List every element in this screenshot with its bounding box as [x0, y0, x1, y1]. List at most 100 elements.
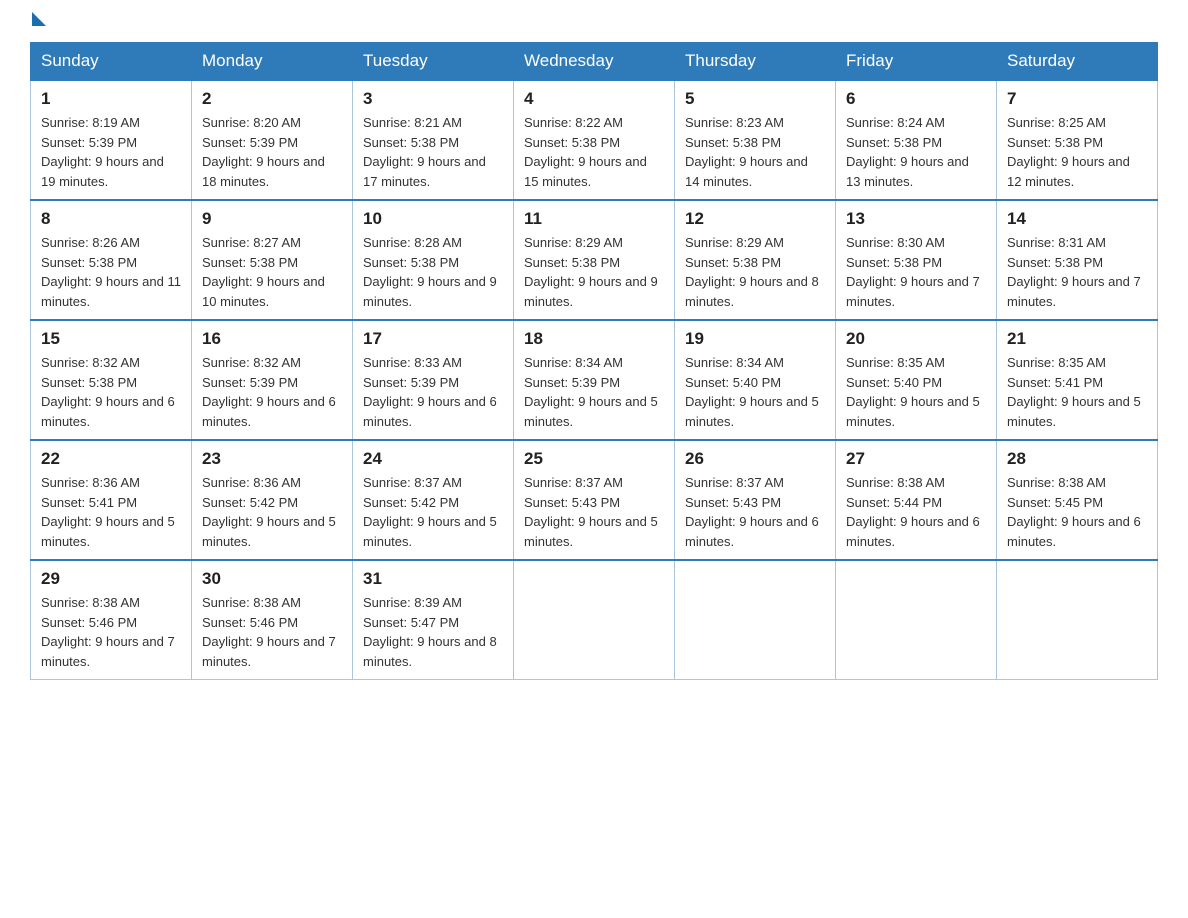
day-number: 11	[524, 209, 664, 229]
day-info: Sunrise: 8:30 AMSunset: 5:38 PMDaylight:…	[846, 235, 980, 309]
weekday-header-wednesday: Wednesday	[514, 43, 675, 81]
calendar-cell: 16 Sunrise: 8:32 AMSunset: 5:39 PMDaylig…	[192, 320, 353, 440]
day-number: 22	[41, 449, 181, 469]
calendar-week-row: 15 Sunrise: 8:32 AMSunset: 5:38 PMDaylig…	[31, 320, 1158, 440]
day-info: Sunrise: 8:27 AMSunset: 5:38 PMDaylight:…	[202, 235, 325, 309]
calendar-week-row: 29 Sunrise: 8:38 AMSunset: 5:46 PMDaylig…	[31, 560, 1158, 680]
calendar-cell: 7 Sunrise: 8:25 AMSunset: 5:38 PMDayligh…	[997, 80, 1158, 200]
calendar-body: 1 Sunrise: 8:19 AMSunset: 5:39 PMDayligh…	[31, 80, 1158, 680]
day-info: Sunrise: 8:36 AMSunset: 5:41 PMDaylight:…	[41, 475, 175, 549]
weekday-header-saturday: Saturday	[997, 43, 1158, 81]
day-info: Sunrise: 8:26 AMSunset: 5:38 PMDaylight:…	[41, 235, 181, 309]
calendar-cell: 5 Sunrise: 8:23 AMSunset: 5:38 PMDayligh…	[675, 80, 836, 200]
day-number: 29	[41, 569, 181, 589]
calendar-cell: 30 Sunrise: 8:38 AMSunset: 5:46 PMDaylig…	[192, 560, 353, 680]
calendar-cell: 20 Sunrise: 8:35 AMSunset: 5:40 PMDaylig…	[836, 320, 997, 440]
day-number: 30	[202, 569, 342, 589]
day-number: 10	[363, 209, 503, 229]
weekday-header-tuesday: Tuesday	[353, 43, 514, 81]
day-info: Sunrise: 8:25 AMSunset: 5:38 PMDaylight:…	[1007, 115, 1130, 189]
day-number: 9	[202, 209, 342, 229]
day-number: 19	[685, 329, 825, 349]
calendar-cell: 24 Sunrise: 8:37 AMSunset: 5:42 PMDaylig…	[353, 440, 514, 560]
day-number: 17	[363, 329, 503, 349]
day-info: Sunrise: 8:24 AMSunset: 5:38 PMDaylight:…	[846, 115, 969, 189]
calendar-cell: 1 Sunrise: 8:19 AMSunset: 5:39 PMDayligh…	[31, 80, 192, 200]
calendar-cell: 19 Sunrise: 8:34 AMSunset: 5:40 PMDaylig…	[675, 320, 836, 440]
day-number: 15	[41, 329, 181, 349]
day-number: 27	[846, 449, 986, 469]
calendar-cell: 27 Sunrise: 8:38 AMSunset: 5:44 PMDaylig…	[836, 440, 997, 560]
day-number: 5	[685, 89, 825, 109]
calendar-cell: 11 Sunrise: 8:29 AMSunset: 5:38 PMDaylig…	[514, 200, 675, 320]
calendar-cell	[675, 560, 836, 680]
day-number: 14	[1007, 209, 1147, 229]
calendar-cell: 14 Sunrise: 8:31 AMSunset: 5:38 PMDaylig…	[997, 200, 1158, 320]
day-info: Sunrise: 8:29 AMSunset: 5:38 PMDaylight:…	[524, 235, 658, 309]
calendar-week-row: 22 Sunrise: 8:36 AMSunset: 5:41 PMDaylig…	[31, 440, 1158, 560]
logo	[30, 20, 46, 22]
day-info: Sunrise: 8:32 AMSunset: 5:39 PMDaylight:…	[202, 355, 336, 429]
calendar-cell: 29 Sunrise: 8:38 AMSunset: 5:46 PMDaylig…	[31, 560, 192, 680]
day-info: Sunrise: 8:34 AMSunset: 5:40 PMDaylight:…	[685, 355, 819, 429]
day-number: 2	[202, 89, 342, 109]
day-info: Sunrise: 8:33 AMSunset: 5:39 PMDaylight:…	[363, 355, 497, 429]
day-info: Sunrise: 8:29 AMSunset: 5:38 PMDaylight:…	[685, 235, 819, 309]
weekday-header-monday: Monday	[192, 43, 353, 81]
day-info: Sunrise: 8:37 AMSunset: 5:42 PMDaylight:…	[363, 475, 497, 549]
weekday-header-thursday: Thursday	[675, 43, 836, 81]
day-info: Sunrise: 8:38 AMSunset: 5:45 PMDaylight:…	[1007, 475, 1141, 549]
calendar-week-row: 1 Sunrise: 8:19 AMSunset: 5:39 PMDayligh…	[31, 80, 1158, 200]
day-number: 6	[846, 89, 986, 109]
day-number: 26	[685, 449, 825, 469]
day-info: Sunrise: 8:35 AMSunset: 5:40 PMDaylight:…	[846, 355, 980, 429]
calendar-cell: 22 Sunrise: 8:36 AMSunset: 5:41 PMDaylig…	[31, 440, 192, 560]
calendar-cell: 28 Sunrise: 8:38 AMSunset: 5:45 PMDaylig…	[997, 440, 1158, 560]
calendar-table: SundayMondayTuesdayWednesdayThursdayFrid…	[30, 42, 1158, 680]
day-number: 16	[202, 329, 342, 349]
day-number: 7	[1007, 89, 1147, 109]
day-info: Sunrise: 8:28 AMSunset: 5:38 PMDaylight:…	[363, 235, 497, 309]
calendar-cell: 15 Sunrise: 8:32 AMSunset: 5:38 PMDaylig…	[31, 320, 192, 440]
calendar-cell	[514, 560, 675, 680]
calendar-cell: 18 Sunrise: 8:34 AMSunset: 5:39 PMDaylig…	[514, 320, 675, 440]
calendar-cell: 10 Sunrise: 8:28 AMSunset: 5:38 PMDaylig…	[353, 200, 514, 320]
day-info: Sunrise: 8:39 AMSunset: 5:47 PMDaylight:…	[363, 595, 497, 669]
calendar-cell: 2 Sunrise: 8:20 AMSunset: 5:39 PMDayligh…	[192, 80, 353, 200]
day-number: 1	[41, 89, 181, 109]
day-number: 12	[685, 209, 825, 229]
calendar-cell: 26 Sunrise: 8:37 AMSunset: 5:43 PMDaylig…	[675, 440, 836, 560]
calendar-cell: 25 Sunrise: 8:37 AMSunset: 5:43 PMDaylig…	[514, 440, 675, 560]
day-info: Sunrise: 8:37 AMSunset: 5:43 PMDaylight:…	[685, 475, 819, 549]
day-number: 23	[202, 449, 342, 469]
page-header	[30, 20, 1158, 24]
calendar-cell: 23 Sunrise: 8:36 AMSunset: 5:42 PMDaylig…	[192, 440, 353, 560]
weekday-header-sunday: Sunday	[31, 43, 192, 81]
day-info: Sunrise: 8:38 AMSunset: 5:46 PMDaylight:…	[202, 595, 336, 669]
day-number: 18	[524, 329, 664, 349]
calendar-cell: 8 Sunrise: 8:26 AMSunset: 5:38 PMDayligh…	[31, 200, 192, 320]
calendar-cell: 21 Sunrise: 8:35 AMSunset: 5:41 PMDaylig…	[997, 320, 1158, 440]
calendar-cell	[997, 560, 1158, 680]
day-number: 3	[363, 89, 503, 109]
day-info: Sunrise: 8:22 AMSunset: 5:38 PMDaylight:…	[524, 115, 647, 189]
day-info: Sunrise: 8:34 AMSunset: 5:39 PMDaylight:…	[524, 355, 658, 429]
day-info: Sunrise: 8:23 AMSunset: 5:38 PMDaylight:…	[685, 115, 808, 189]
weekday-header-friday: Friday	[836, 43, 997, 81]
calendar-cell	[836, 560, 997, 680]
calendar-cell: 3 Sunrise: 8:21 AMSunset: 5:38 PMDayligh…	[353, 80, 514, 200]
day-number: 8	[41, 209, 181, 229]
calendar-cell: 17 Sunrise: 8:33 AMSunset: 5:39 PMDaylig…	[353, 320, 514, 440]
weekday-header-row: SundayMondayTuesdayWednesdayThursdayFrid…	[31, 43, 1158, 81]
calendar-cell: 6 Sunrise: 8:24 AMSunset: 5:38 PMDayligh…	[836, 80, 997, 200]
day-number: 4	[524, 89, 664, 109]
day-number: 21	[1007, 329, 1147, 349]
calendar-week-row: 8 Sunrise: 8:26 AMSunset: 5:38 PMDayligh…	[31, 200, 1158, 320]
calendar-cell: 4 Sunrise: 8:22 AMSunset: 5:38 PMDayligh…	[514, 80, 675, 200]
day-info: Sunrise: 8:21 AMSunset: 5:38 PMDaylight:…	[363, 115, 486, 189]
day-info: Sunrise: 8:31 AMSunset: 5:38 PMDaylight:…	[1007, 235, 1141, 309]
day-info: Sunrise: 8:35 AMSunset: 5:41 PMDaylight:…	[1007, 355, 1141, 429]
calendar-cell: 9 Sunrise: 8:27 AMSunset: 5:38 PMDayligh…	[192, 200, 353, 320]
day-info: Sunrise: 8:19 AMSunset: 5:39 PMDaylight:…	[41, 115, 164, 189]
day-info: Sunrise: 8:20 AMSunset: 5:39 PMDaylight:…	[202, 115, 325, 189]
